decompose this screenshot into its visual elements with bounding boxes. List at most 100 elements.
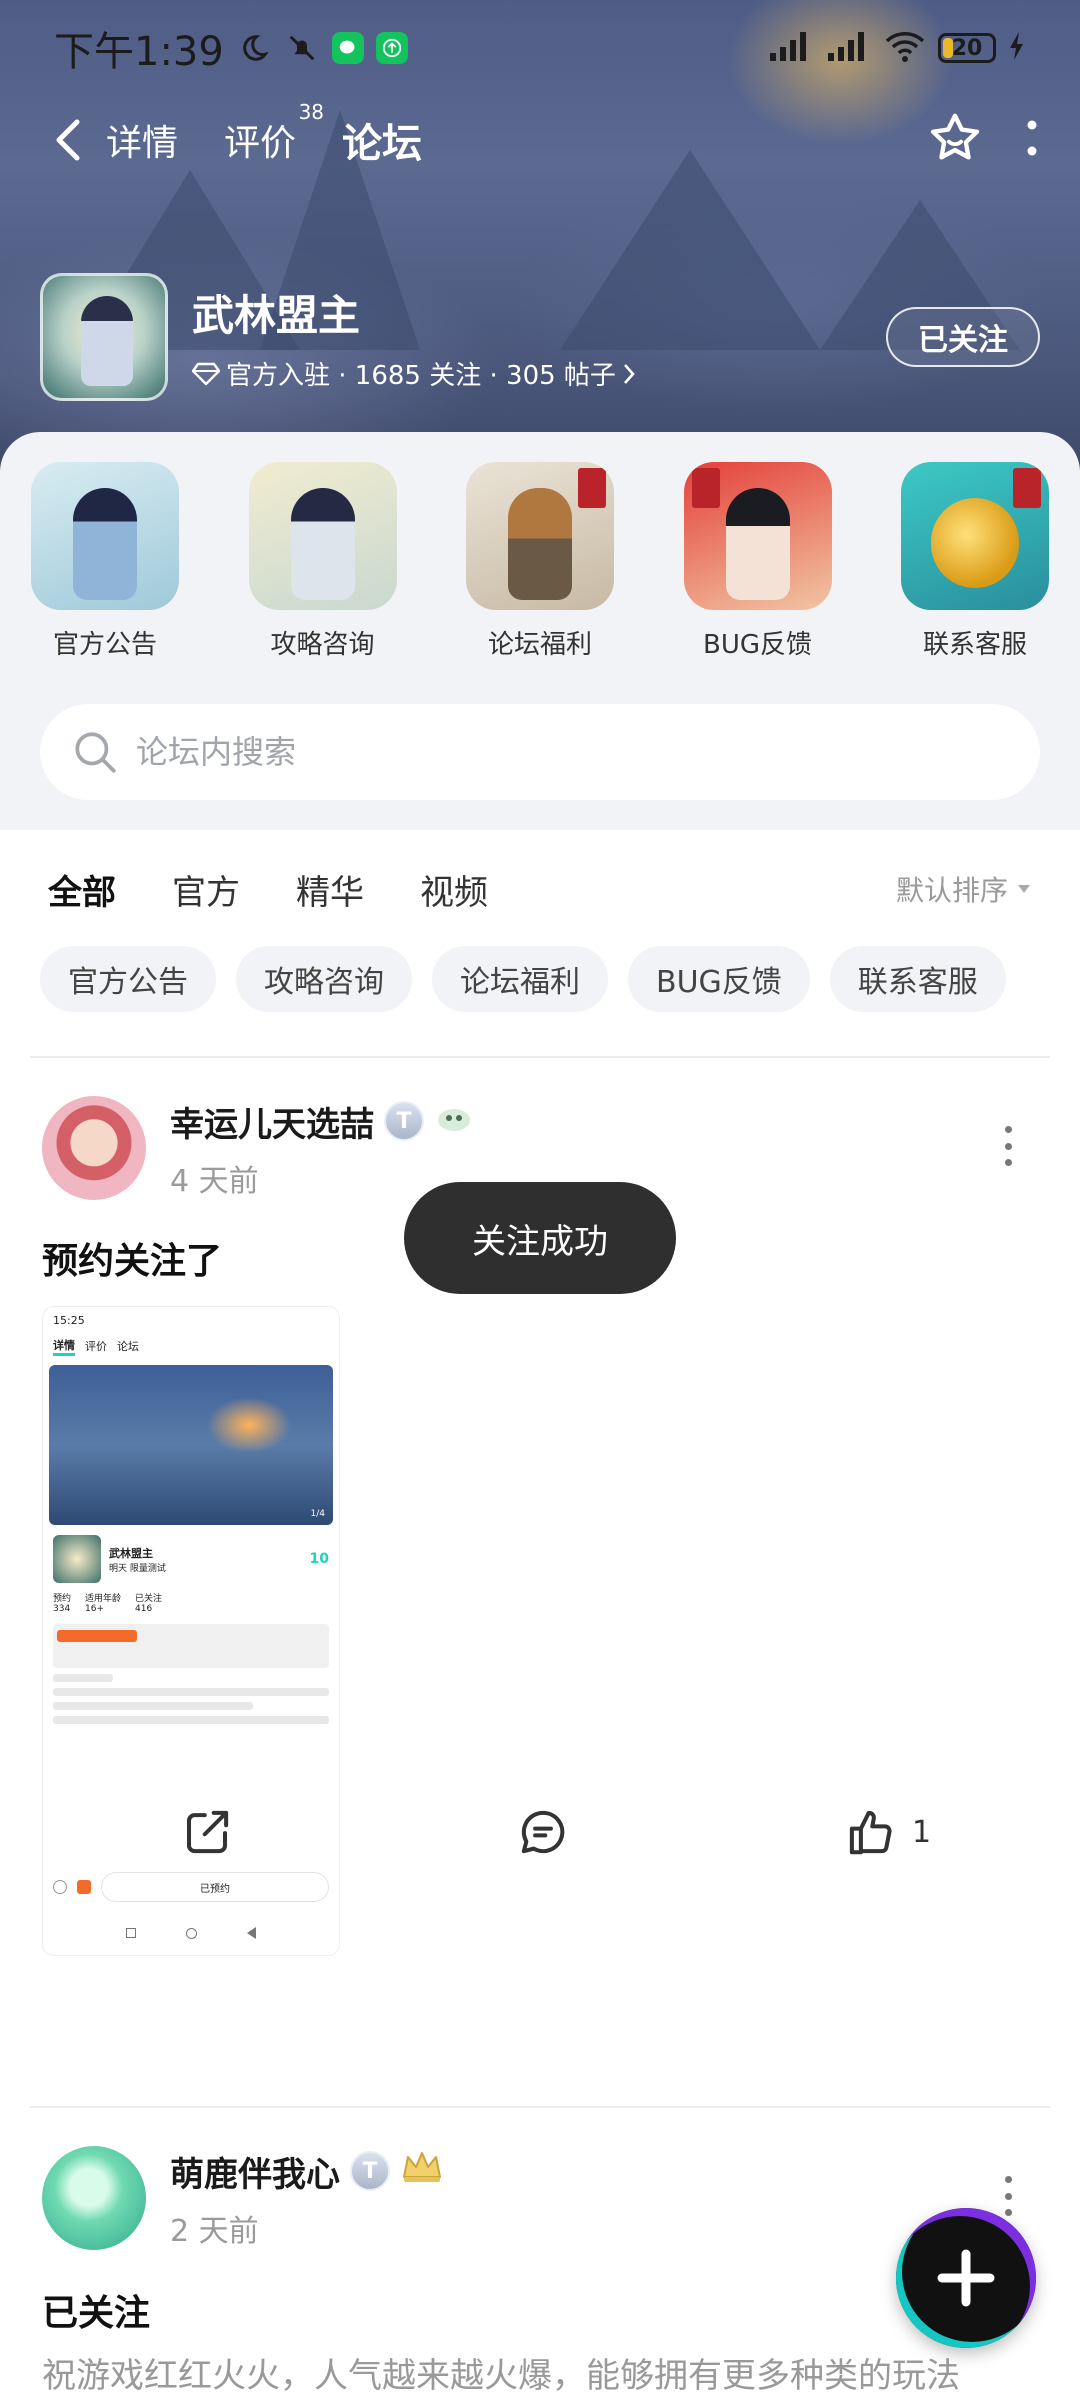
- caret-down-icon: [1018, 885, 1030, 893]
- category-bug-report[interactable]: BUG反馈: [683, 462, 833, 661]
- shot-stat-value: 416: [135, 1604, 153, 1614]
- shot-time: 15:25: [53, 1313, 85, 1327]
- feed-tab-all[interactable]: 全部: [48, 865, 116, 920]
- follow-button[interactable]: 已关注: [886, 307, 1040, 367]
- category-thumb: [466, 462, 614, 610]
- comment-button[interactable]: [516, 1805, 570, 1859]
- like-count: 1: [912, 1814, 932, 1850]
- post-feed: 全部 官方 精华 视频 默认排序 官方公告 攻略咨询 论坛福利 BUG反馈 联系…: [0, 830, 1080, 2400]
- category-guides[interactable]: 攻略咨询: [248, 462, 398, 661]
- signal-icon: [768, 29, 814, 67]
- top-nav: 详情 评价 38 论坛: [0, 100, 1080, 180]
- post-title: 预约关注了: [42, 1241, 223, 1282]
- search-icon: [75, 732, 116, 773]
- forum-avatar: [40, 273, 168, 401]
- share-button[interactable]: [180, 1805, 234, 1859]
- share-icon: [186, 1810, 229, 1854]
- search-input[interactable]: [136, 733, 936, 771]
- wechat-icon: [331, 32, 364, 64]
- feed-tabs: 全部 官方 精华 视频 默认排序: [0, 854, 1080, 924]
- post-more-icon[interactable]: [996, 2176, 1020, 2216]
- mute-icon: [284, 30, 320, 66]
- forum-meta[interactable]: 官方入驻 · 1685 关注 · 305 帖子: [192, 355, 636, 392]
- upload-icon: [375, 32, 408, 64]
- tab-details[interactable]: 详情: [106, 114, 178, 166]
- chip-customer-service[interactable]: 联系客服: [829, 946, 1006, 1012]
- forum-name: 武林盟主: [192, 291, 361, 340]
- tab-reviews[interactable]: 评价 38: [224, 100, 324, 166]
- moon-icon: [236, 30, 272, 66]
- feed-tab-official[interactable]: 官方: [172, 865, 240, 914]
- category-label: 论坛福利: [487, 630, 592, 660]
- post-time: 2 天前: [170, 2213, 259, 2249]
- chip-announcements[interactable]: 官方公告: [40, 946, 216, 1012]
- shot-stat-label: 预约: [53, 1594, 72, 1604]
- category-customer-service[interactable]: 联系客服: [900, 462, 1050, 661]
- back-button[interactable]: [40, 112, 96, 168]
- category-announcements[interactable]: 官方公告: [30, 462, 180, 661]
- feed-tab-featured[interactable]: 精华: [296, 865, 364, 914]
- post-actions: 1: [0, 1792, 1080, 1872]
- status-bar: 下午1:39 20: [0, 0, 1080, 96]
- shot-banner: 1/4: [49, 1365, 333, 1525]
- shot-badge-value: 10: [309, 1551, 329, 1567]
- category-label: 联系客服: [922, 630, 1027, 660]
- post-more-icon[interactable]: [996, 1126, 1020, 1166]
- shot-tab: 论坛: [117, 1340, 139, 1353]
- divider: [30, 1056, 1050, 1058]
- crown-badge-icon: [400, 2149, 444, 2194]
- shot-subtitle: 明天 限量测试: [109, 1563, 166, 1574]
- forum-search-box[interactable]: [40, 704, 1040, 800]
- category-thumb: [683, 462, 832, 610]
- topic-chips: 官方公告 攻略咨询 论坛福利 BUG反馈 联系客服: [40, 946, 1006, 1012]
- chip-bug-report[interactable]: BUG反馈: [628, 946, 810, 1012]
- post-title: 已关注: [42, 2293, 151, 2334]
- shot-stat-value: 334: [53, 1604, 71, 1614]
- shot-nav-keys: [43, 1921, 339, 1945]
- plus-icon: [937, 2249, 995, 2307]
- diamond-icon: [192, 362, 220, 385]
- category-shortcuts: 官方公告 攻略咨询 论坛福利 BUG反馈 联系客服: [0, 462, 1080, 661]
- signal-icon-2: [826, 29, 872, 67]
- like-button[interactable]: 1: [844, 1805, 931, 1859]
- wifi-icon: [884, 29, 926, 67]
- comment-icon: [521, 1810, 565, 1854]
- post-username[interactable]: 幸运儿天选喆: [170, 1097, 374, 1146]
- category-label: 攻略咨询: [270, 630, 375, 660]
- shot-reserve-button: 已预约: [101, 1872, 329, 1902]
- shot-tab: 评价: [85, 1340, 107, 1353]
- toast-message: 关注成功: [404, 1182, 676, 1294]
- shot-tab: 详情: [53, 1337, 75, 1356]
- tab-reviews-label: 评价: [224, 123, 297, 164]
- feed-tab-video[interactable]: 视频: [420, 865, 488, 914]
- level-badge-icon: T: [350, 2151, 390, 2191]
- new-post-button[interactable]: [896, 2208, 1036, 2348]
- chevron-left-icon: [56, 119, 80, 161]
- category-welfare[interactable]: 论坛福利: [465, 462, 615, 661]
- shot-stat-label: 适用年龄: [85, 1594, 122, 1604]
- more-vertical-icon[interactable]: [1024, 118, 1040, 162]
- shot-activity: [53, 1624, 329, 1668]
- forum-header: 武林盟主 官方入驻 · 1685 关注 · 305 帖子 已关注: [40, 272, 1040, 402]
- post-excerpt: 祝游戏红红火火，人气越来越火爆，能够拥有更多种类的玩法: [42, 2356, 960, 2396]
- forum-meta-text: 官方入驻 · 1685 关注 · 305 帖子: [226, 361, 616, 391]
- category-thumb: [31, 462, 179, 610]
- divider: [30, 2106, 1050, 2108]
- status-time: 下午1:39: [54, 29, 224, 75]
- post-username[interactable]: 萌鹿伴我心: [170, 2147, 340, 2196]
- review-count: 38: [298, 100, 325, 124]
- pet-badge-icon: [434, 1100, 474, 1143]
- tab-forum[interactable]: 论坛: [340, 111, 425, 169]
- shot-game-icon: [53, 1535, 101, 1583]
- charging-icon: [1008, 31, 1026, 65]
- level-badge-icon: T: [384, 1101, 424, 1141]
- shot-game-name: 武林盟主: [109, 1546, 153, 1560]
- shot-stat-label: 已关注: [135, 1594, 163, 1604]
- favorite-star-icon[interactable]: [926, 109, 984, 171]
- chip-guides[interactable]: 攻略咨询: [236, 946, 412, 1012]
- sort-dropdown[interactable]: 默认排序: [896, 869, 1032, 909]
- chip-welfare[interactable]: 论坛福利: [432, 946, 608, 1012]
- shot-page-indicator: 1/4: [310, 1509, 325, 1519]
- avatar[interactable]: [42, 1096, 146, 1200]
- avatar[interactable]: [42, 2146, 146, 2250]
